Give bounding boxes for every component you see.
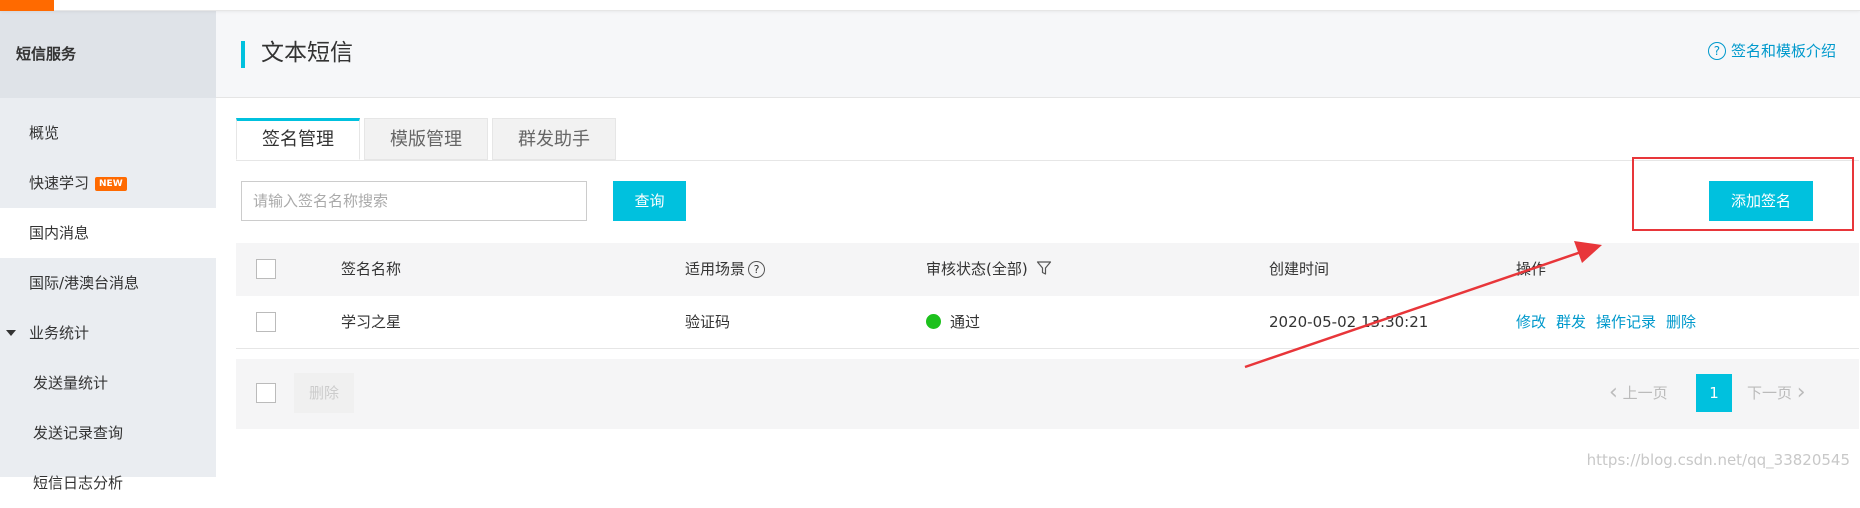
annotation-arrow-icon [0,0,1860,477]
watermark: https://blog.csdn.net/qq_33820545 [1587,451,1850,469]
brand-logo[interactable] [0,0,54,11]
top-bar [0,0,1860,11]
